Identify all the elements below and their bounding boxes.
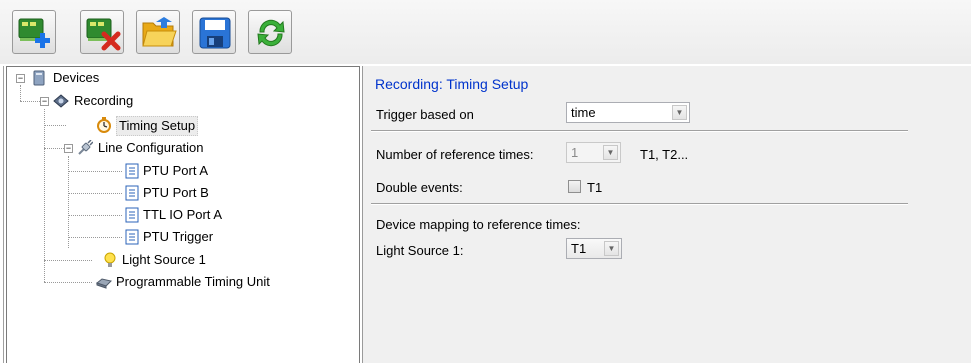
refresh-icon <box>257 19 285 47</box>
tree-connector <box>68 171 122 172</box>
properties-panel: Recording: Timing Setup Trigger based on… <box>362 66 971 363</box>
tree-connector <box>68 237 122 238</box>
tree-label-recording: Recording <box>74 93 134 108</box>
add-device-icon <box>18 18 50 48</box>
trigger-select-value: time <box>571 105 596 120</box>
panel-title: Recording: Timing Setup <box>375 76 529 92</box>
tree-label-ptu-port-a: PTU Port A <box>143 163 209 178</box>
chevron-down-icon[interactable]: ▼ <box>604 241 619 256</box>
light-source-select-value: T1 <box>571 241 587 256</box>
mapping-heading: Device mapping to reference times: <box>376 217 581 232</box>
tree-label-light-source-1: Light Source 1 <box>122 252 206 267</box>
tree-connector <box>44 282 92 283</box>
refresh-button[interactable] <box>248 10 292 54</box>
collapse-recording-toggle[interactable]: − <box>40 97 49 106</box>
double-events-label: Double events: <box>376 180 463 195</box>
tree-connector <box>44 125 66 126</box>
collapse-devices-toggle[interactable]: − <box>16 74 25 83</box>
save-button[interactable] <box>192 10 236 54</box>
devices-icon <box>33 70 45 86</box>
tree-connector <box>44 260 92 261</box>
stopwatch-icon <box>97 117 111 133</box>
document-icon <box>125 229 139 245</box>
num-ref-select[interactable]: 1 ▼ <box>566 142 621 163</box>
tree-label-ptu-trigger: PTU Trigger <box>143 229 214 244</box>
add-device-button[interactable] <box>12 10 56 54</box>
recording-icon <box>53 94 69 108</box>
light-source-label: Light Source 1: <box>376 243 464 258</box>
tree-connector <box>68 156 69 248</box>
num-ref-hint: T1, T2... <box>640 147 689 162</box>
tree-label-ttl-io-port-a: TTL IO Port A <box>143 207 222 222</box>
toolbar <box>0 0 971 64</box>
tree-label-line-configuration: Line Configuration <box>98 140 204 155</box>
device-tree[interactable]: − Devices − Recording Timing Setup − Lin… <box>6 66 360 363</box>
timing-unit-icon <box>96 278 112 289</box>
trigger-select[interactable]: time ▼ <box>566 102 690 123</box>
open-button[interactable] <box>136 10 180 54</box>
tree-connector <box>68 193 122 194</box>
document-icon <box>125 185 139 201</box>
collapse-line-configuration-toggle[interactable]: − <box>64 144 73 153</box>
chevron-down-icon[interactable]: ▼ <box>672 105 687 120</box>
tree-label-devices: Devices <box>53 70 100 85</box>
tree-connector <box>44 109 45 282</box>
lightbulb-icon <box>104 252 116 267</box>
num-ref-label: Number of reference times: <box>376 147 534 162</box>
separator <box>371 130 908 132</box>
document-icon <box>125 163 139 179</box>
remove-device-icon <box>86 18 121 51</box>
double-events-checkbox[interactable] <box>568 180 581 193</box>
light-source-select[interactable]: T1 ▼ <box>566 238 622 259</box>
save-floppy-icon <box>199 17 231 49</box>
tree-connector <box>68 215 122 216</box>
document-icon <box>125 207 139 223</box>
window-edge <box>0 66 4 363</box>
separator <box>371 203 908 205</box>
tree-connector <box>20 101 40 102</box>
open-folder-icon <box>142 17 177 47</box>
tree-label-programmable-timing-unit: Programmable Timing Unit <box>116 274 270 289</box>
tree-label-ptu-port-b: PTU Port B <box>143 185 209 200</box>
remove-device-button[interactable] <box>80 10 124 54</box>
double-events-checkbox-label[interactable]: T1 <box>587 180 602 195</box>
tree-connector <box>20 85 21 101</box>
trigger-label: Trigger based on <box>376 107 474 122</box>
plug-icon <box>78 140 93 155</box>
tree-label-timing-setup: Timing Setup <box>116 116 199 136</box>
num-ref-select-value: 1 <box>571 145 579 160</box>
chevron-down-icon[interactable]: ▼ <box>603 145 618 160</box>
tree-connector <box>44 148 64 149</box>
